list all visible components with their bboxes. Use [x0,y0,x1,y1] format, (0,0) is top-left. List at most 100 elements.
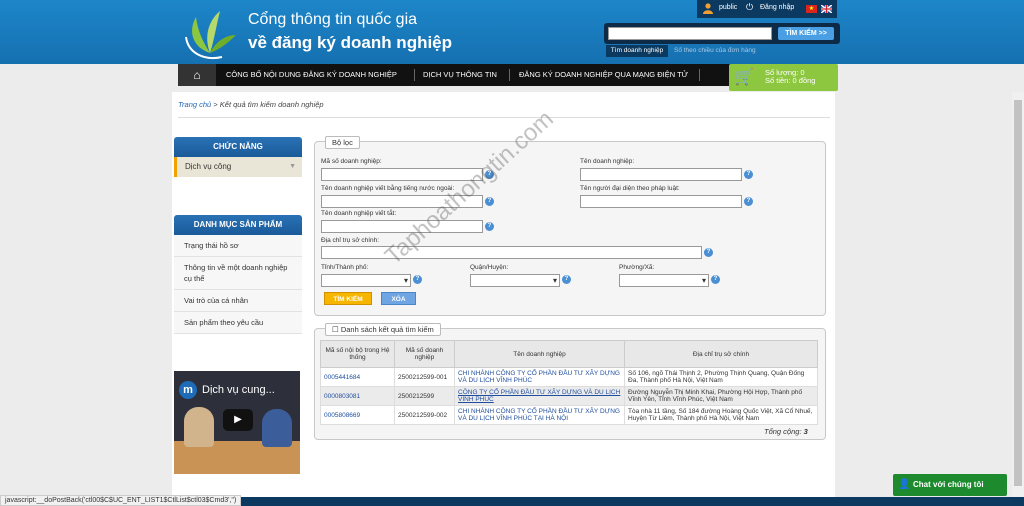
province-select[interactable] [321,274,411,287]
table-cell: 2500212599 [394,386,455,406]
internal-id-link[interactable]: 0005441684 [324,374,360,381]
label-business-code: Mã số doanh nghiệp: [321,158,382,165]
sidebar-item-business-info[interactable]: Thông tin về một doanh nghiệp cụ thể [174,257,302,290]
breadcrumb-home[interactable]: Trang chủ [178,100,211,109]
shopping-cart[interactable]: 🛒 Số lượng: 0 Số tiền: 0 đồng [729,64,838,91]
top-utility-bar: public ⏻ Đăng nhập ★ [697,0,837,18]
public-user-label[interactable]: public [719,4,737,11]
help-icon[interactable]: ? [485,197,494,206]
help-icon[interactable]: ? [744,170,753,179]
filter-clear-button[interactable]: XÓA [381,292,416,305]
help-icon[interactable]: ? [744,197,753,206]
label-district: Quận/Huyện: [470,264,509,271]
table-row: 0005808669 2500212599-002 CHI NHÁNH CÔNG… [320,405,818,425]
video-thumbnail-person [262,409,292,447]
business-name-link[interactable]: CHI NHÁNH CÔNG TY CỔ PHẦN ĐẦU TƯ XÂY DỰN… [458,370,620,384]
filter-legend: Bộ lọc [325,136,360,149]
breadcrumb: Trang chủ > Kết quả tìm kiếm doanh nghiệ… [178,100,324,109]
video-thumbnail-person [184,407,214,447]
tab-find-business[interactable]: Tìm doanh nghiệp [606,45,668,57]
total-label: Tổng cộng: [764,427,802,436]
chat-label: Chat với chúng tôi [913,480,984,489]
user-icon [703,3,713,14]
help-icon[interactable]: ? [704,248,713,257]
table-cell: Đường Nguyễn Thị Minh Khai, Phường Hội H… [624,386,818,406]
table-cell[interactable]: CÔNG TY CỔ PHẦN ĐẦU TƯ XÂY DỰNG VÀ DU LỊ… [454,386,625,406]
help-icon[interactable]: ? [413,275,422,284]
column-header: Địa chỉ trụ sở chính [624,340,818,368]
table-cell: 2500212599-001 [394,367,455,387]
video-title: Dịch vụ cung... [202,384,275,396]
table-cell[interactable]: CHI NHÁNH CÔNG TY CỔ PHẦN ĐẦU TƯ XÂY DỰN… [454,367,625,387]
catalog-panel: DANH MỤC SẢN PHẨM Trạng thái hồ sơ Thông… [174,215,302,334]
column-header: Mã số nội bộ trong Hệ thống [320,340,395,368]
column-header: Tên doanh nghiệp [454,340,625,368]
site-logo-icon[interactable] [182,7,238,61]
label-ward: Phường/Xã: [619,264,655,271]
tab-order-tracking[interactable]: Số theo chiều của đơn hàng [674,45,756,57]
ward-select[interactable] [619,274,709,287]
breadcrumb-separator: > [211,100,220,109]
site-title-line1: Cổng thông tin quốc gia [248,11,418,28]
table-cell[interactable]: 0005808669 [320,405,395,425]
search-submit-button[interactable]: TÌM KIẾM >> [778,27,834,40]
table-cell[interactable]: CHI NHÁNH CÔNG TY CỔ PHẦN ĐẦU TƯ XÂY DỰN… [454,405,625,425]
page-scrollbar[interactable] [1012,92,1024,497]
table-cell[interactable]: 0000803081 [320,386,395,406]
results-legend: ☐ Danh sách kết quả tìm kiếm [325,323,441,336]
help-icon[interactable]: ? [485,222,494,231]
internal-id-link[interactable]: 0005808669 [324,412,360,419]
abbreviation-input[interactable] [321,220,483,233]
sidebar-item-status[interactable]: Trạng thái hồ sơ [174,235,302,257]
business-name-input[interactable] [580,168,742,181]
breadcrumb-current: Kết quả tìm kiếm doanh nghiệp [219,100,324,109]
cart-icon: 🛒 [734,69,754,86]
nav-divider [699,69,700,81]
search-box: ⚲ TÌM KIẾM >> [604,23,840,44]
help-icon[interactable]: ? [711,275,720,284]
site-title-line2: về đăng ký doanh nghiệp [248,33,453,52]
label-head-office-address: Địa chỉ trụ sở chính: [321,237,380,244]
play-icon[interactable]: ▶ [223,409,253,431]
scrollbar-thumb[interactable] [1014,100,1022,486]
video-player[interactable]: m Dịch vụ cung... ▶ [174,371,300,474]
internal-id-link[interactable]: 0000803081 [324,393,360,400]
chat-button[interactable]: 👤 Chat với chúng tôi [893,474,1007,496]
district-select[interactable] [470,274,560,287]
business-name-link[interactable]: CHI NHÁNH CÔNG TY CỔ PHẦN ĐẦU TƯ XÂY DỰN… [458,408,620,422]
vietnamese-flag-icon[interactable]: ★ [806,5,817,13]
filter-search-button[interactable]: TÌM KIẾM [324,292,372,305]
business-name-link[interactable]: CÔNG TY CỔ PHẦN ĐẦU TƯ XÂY DỰNG VÀ DU LỊ… [458,389,620,403]
sidebar-item-public-services[interactable]: Dịch vụ công ▼ [174,157,302,177]
home-icon[interactable]: ⌂ [178,64,216,86]
total-value: 3 [803,427,808,436]
label-foreign-name: Tên doanh nghiệp viết bằng tiếng nước ng… [321,185,455,192]
help-icon[interactable]: ? [485,170,494,179]
results-total: Tổng cộng: 3 [764,427,808,436]
table-header-row: Mã số nội bộ trong Hệ thống Mã số doanh … [320,340,818,368]
search-input[interactable] [608,27,772,40]
table-cell: Số 106, ngõ Thái Thịnh 2, Phường Thịnh Q… [624,367,818,387]
foreign-name-input[interactable] [321,195,483,208]
catalog-title: DANH MỤC SẢN PHẨM [174,215,302,235]
english-flag-icon[interactable] [821,5,832,13]
sidebar-item-personal-role[interactable]: Vai trò của cá nhân [174,290,302,312]
legal-representative-input[interactable] [580,195,742,208]
results-legend-label: Danh sách kết quả tìm kiếm [340,325,434,334]
collapse-checkbox-icon[interactable]: ☐ [332,325,341,334]
nav-item-online-registration[interactable]: ĐĂNG KÝ DOANH NGHIỆP QUA MẠNG ĐIỆN TỬ [519,64,688,86]
sidebar-item-custom-products[interactable]: Sản phẩm theo yêu cầu [174,312,302,334]
nav-item-info-services[interactable]: DỊCH VỤ THÔNG TIN [423,64,497,86]
business-code-input[interactable] [321,168,483,181]
results-table: Mã số nội bộ trong Hệ thống Mã số doanh … [320,340,818,425]
login-link[interactable]: Đăng nhập [760,4,794,11]
nav-item-publication[interactable]: CÔNG BỐ NỘI DUNG ĐĂNG KÝ DOANH NGHIỆP [226,64,397,86]
nav-divider [414,69,415,81]
help-icon[interactable]: ? [562,275,571,284]
power-icon[interactable]: ⏻ [746,2,753,13]
address-input[interactable] [321,246,702,259]
label-business-name: Tên doanh nghiệp: [580,158,635,165]
label-province: Tỉnh/Thành phố: [321,264,369,271]
table-cell[interactable]: 0005441684 [320,367,395,387]
browser-status-bar: javascript:__doPostBack('ctl00$C$UC_ENT_… [0,495,242,506]
